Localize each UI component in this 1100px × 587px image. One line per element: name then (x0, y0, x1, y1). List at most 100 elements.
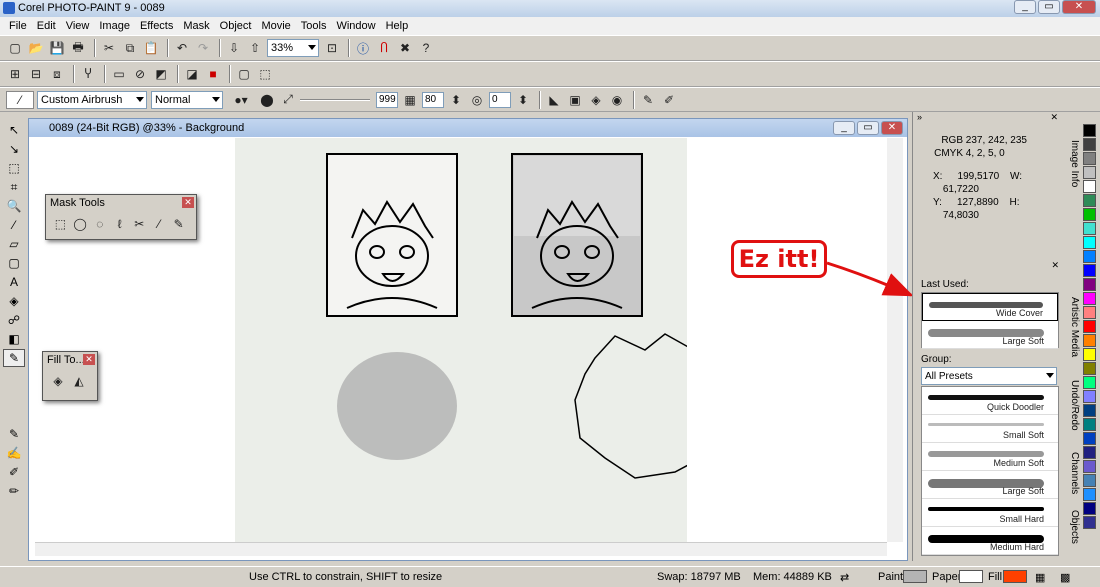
mask-rectangle-icon[interactable]: ▭ (110, 65, 128, 83)
tool-settings-icon[interactable]: ▣ (566, 91, 584, 109)
undo-icon[interactable]: ↶ (173, 39, 191, 57)
paint-color-swatch[interactable] (903, 570, 927, 583)
color-swatch[interactable] (1083, 488, 1096, 501)
mask-tool-icon[interactable]: ⬚ (3, 159, 25, 177)
color-swatch[interactable] (1083, 502, 1096, 515)
preset-item[interactable]: Small Hard (922, 499, 1058, 527)
normal-mask-mode-icon[interactable]: ▢ (235, 65, 253, 83)
vertical-scrollbar[interactable] (887, 138, 903, 542)
interactive-fill-icon[interactable]: ◭ (70, 372, 88, 390)
color-variation-icon[interactable]: ◉ (608, 91, 626, 109)
color-swatch[interactable] (1083, 166, 1096, 179)
menu-item[interactable]: Help (381, 20, 414, 32)
fill-pattern-icon[interactable]: ▦ (1035, 571, 1045, 584)
tab-objects[interactable]: Objects (1064, 510, 1080, 544)
close-button[interactable]: ✕ (1062, 0, 1096, 14)
clip-mask-icon[interactable]: ◪ (183, 65, 201, 83)
fill-bucket-icon[interactable]: ◈ (49, 372, 67, 390)
color-swatch[interactable] (1083, 334, 1096, 347)
menu-item[interactable]: Image (94, 20, 135, 32)
close-icon[interactable]: ✕ (182, 197, 194, 208)
spin-icon[interactable]: ⬍ (447, 91, 465, 109)
nib-size-slider[interactable] (300, 98, 370, 101)
object-transform-icon[interactable]: ⊟ (27, 65, 45, 83)
color-swatch[interactable] (1083, 362, 1096, 375)
info-icon[interactable]: ⓘ (354, 39, 372, 57)
menu-item[interactable]: Tools (296, 20, 332, 32)
clone-tool-icon[interactable]: ◧ (3, 330, 25, 348)
preset-item[interactable]: Medium Soft (922, 443, 1058, 471)
object-picker-icon[interactable]: ⊞ (6, 65, 24, 83)
brush-mask-icon[interactable]: ✎ (170, 215, 187, 233)
paint-tool-icon[interactable]: ✎ (3, 349, 25, 367)
minimize-button[interactable]: _ (1014, 0, 1036, 14)
copy-icon[interactable]: ⧉ (121, 39, 139, 57)
preset-item[interactable]: Large Soft (922, 471, 1058, 499)
tab-undo-redo[interactable]: Undo/Redo (1064, 380, 1080, 431)
save-icon[interactable]: 💾 (48, 39, 66, 57)
paste-icon[interactable]: 📋 (142, 39, 160, 57)
help-icon[interactable]: ? (417, 39, 435, 57)
crop-tool-icon[interactable]: ⌗ (3, 178, 25, 196)
texture-icon[interactable]: ▩ (1060, 571, 1070, 584)
menu-item[interactable]: Mask (178, 20, 214, 32)
effect-tool-icon[interactable]: ☍ (3, 311, 25, 329)
color-swatch[interactable] (1083, 250, 1096, 263)
close-icon[interactable]: ✕ (83, 354, 95, 365)
color-swatch[interactable] (1083, 222, 1096, 235)
color-swatch[interactable] (1083, 138, 1096, 151)
last-used-list[interactable]: Wide Cover Large Soft (921, 292, 1059, 349)
group-combo[interactable]: All Presets (921, 367, 1057, 385)
ellipse-mask-icon[interactable]: ◯ (72, 215, 89, 233)
brush-d-icon[interactable]: ✏ (3, 482, 25, 500)
color-swatch[interactable] (1083, 376, 1096, 389)
color-swatch[interactable] (1083, 390, 1096, 403)
menu-item[interactable]: File (4, 20, 32, 32)
paper[interactable] (235, 138, 716, 542)
eraser-tool-icon[interactable]: ▱ (3, 235, 25, 253)
brush-b-icon[interactable]: ✍ (3, 444, 25, 462)
restore-button[interactable]: ▭ (1038, 0, 1060, 14)
paper-color-swatch[interactable] (959, 570, 983, 583)
minimize-button[interactable]: _ (833, 121, 855, 135)
tab-channels[interactable]: Channels (1064, 452, 1080, 494)
color-swatch[interactable] (1083, 180, 1096, 193)
remove-mask-icon[interactable]: ⊘ (131, 65, 149, 83)
color-swatch[interactable] (1083, 194, 1096, 207)
dab-attributes-icon[interactable]: ✐ (660, 91, 678, 109)
spin-icon[interactable]: ⬍ (514, 91, 532, 109)
magnet-icon[interactable]: Ⴖ (375, 39, 393, 57)
transparency-field[interactable]: 80 (422, 91, 444, 108)
nib-size-icon[interactable]: ⤢ (279, 91, 297, 109)
restore-button[interactable]: ▭ (857, 121, 879, 135)
invert-mask-icon[interactable]: ◩ (152, 65, 170, 83)
color-swatch[interactable] (1083, 236, 1096, 249)
color-swatch[interactable] (1083, 208, 1096, 221)
preset-item[interactable]: Small Soft (922, 415, 1058, 443)
nib-round-icon[interactable]: ⬤ (258, 91, 276, 109)
orbits-icon[interactable]: ◈ (587, 91, 605, 109)
color-swatch[interactable] (1083, 278, 1096, 291)
preset-item[interactable]: Medium Hard (922, 527, 1058, 555)
zoom-combo[interactable]: 33% (267, 39, 319, 57)
open-icon[interactable]: 📂 (27, 39, 45, 57)
color-swatch[interactable] (1083, 446, 1096, 459)
color-swatch[interactable] (1083, 460, 1096, 473)
object-combine-icon[interactable]: ⧈ (48, 65, 66, 83)
fill-color-swatch[interactable] (1003, 570, 1027, 583)
brush-combo[interactable]: Custom Airbrush (37, 90, 147, 109)
menu-item[interactable]: Edit (32, 20, 61, 32)
color-swatch[interactable] (1083, 152, 1096, 165)
presets-list[interactable]: Quick Doodler Small Soft Medium Soft Lar… (921, 386, 1059, 556)
color-swatch[interactable] (1083, 516, 1096, 529)
color-swatch[interactable] (1083, 320, 1096, 333)
close-button[interactable]: ✕ (881, 121, 903, 135)
menu-item[interactable]: View (61, 20, 95, 32)
mask-channel-icon[interactable]: ■ (204, 65, 222, 83)
menu-item[interactable]: Window (331, 20, 380, 32)
print-icon[interactable]: 🖶 (69, 39, 87, 57)
eyedropper-tool-icon[interactable]: ⁄ (3, 216, 25, 234)
color-swatch[interactable] (1083, 306, 1096, 319)
zoom-fit-icon[interactable]: ⊡ (323, 39, 341, 57)
text-tool-icon[interactable]: A (3, 273, 25, 291)
